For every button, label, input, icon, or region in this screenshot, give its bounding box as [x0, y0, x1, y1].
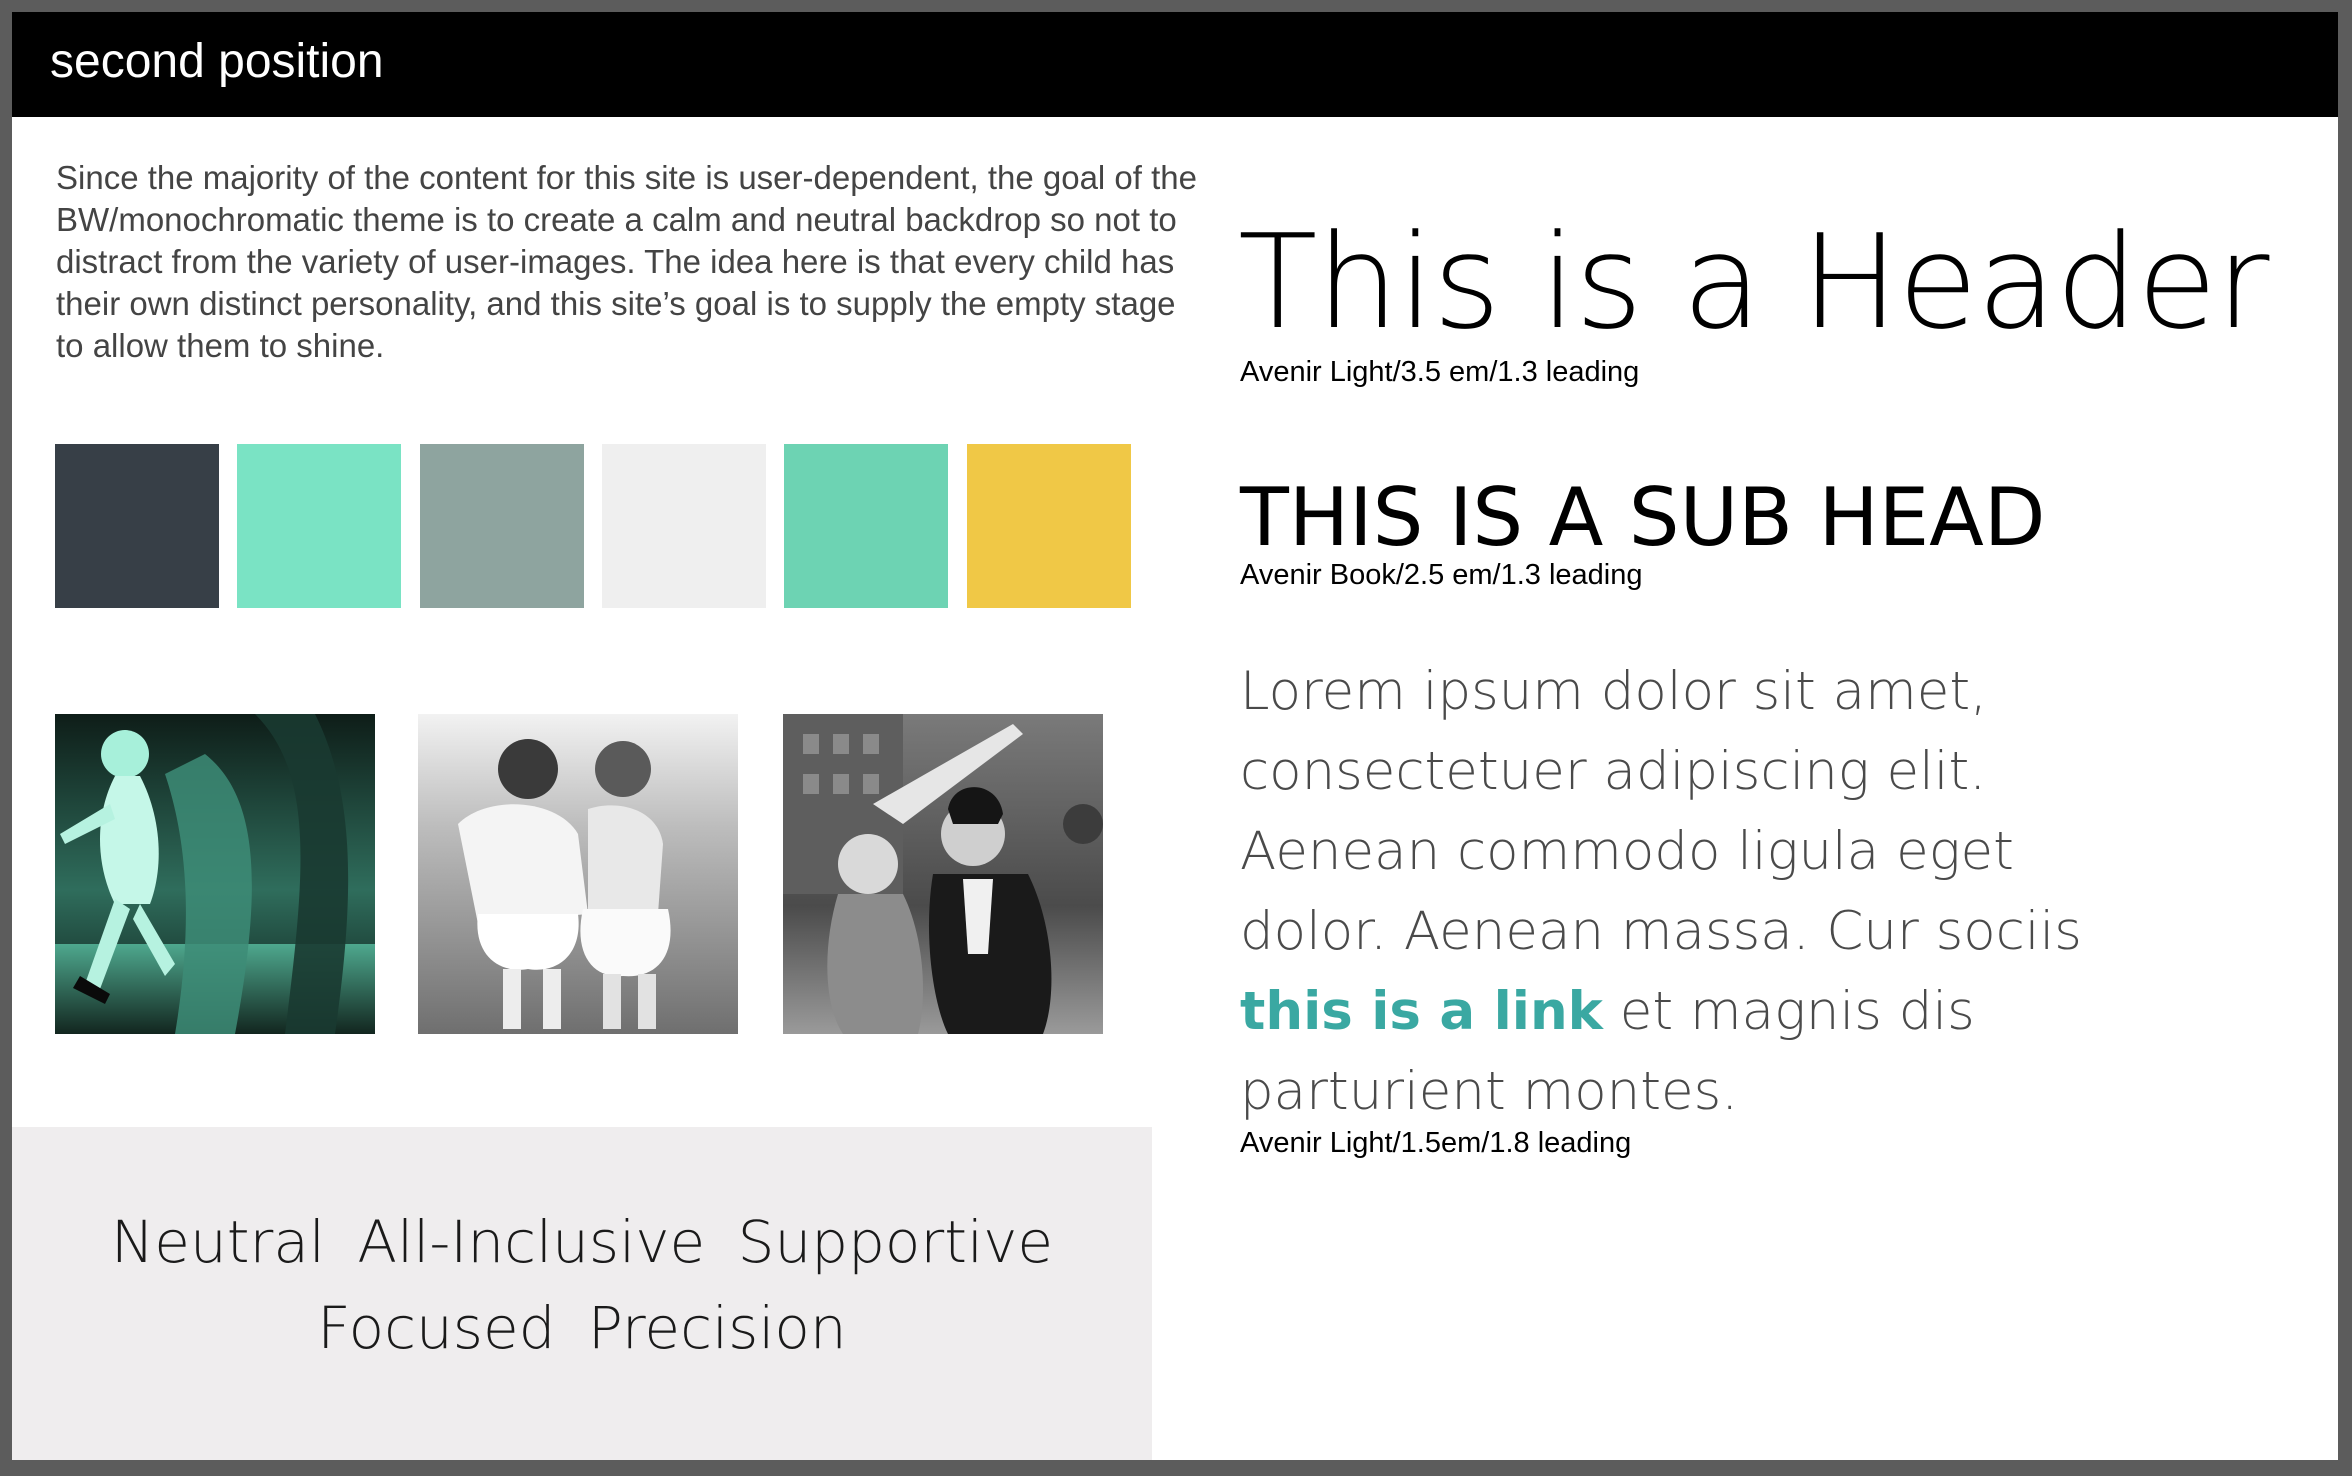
header-type-spec: Avenir Light/3.5 em/1.3 leading [1240, 356, 1640, 388]
intro-paragraph: Since the majority of the content for th… [56, 159, 1197, 364]
color-swatch-light-gray [602, 444, 766, 608]
color-swatch-yellow [967, 444, 1131, 608]
body-line-with-link: this is a link et magnis dis [1240, 972, 2240, 1052]
value-keyword: All-Inclusive [357, 1208, 706, 1276]
sample-link[interactable]: this is a link [1240, 981, 1603, 1042]
header-type-sample: This is a Header [1238, 206, 2269, 358]
body-line: Lorem ipsum dolor sit amet, [1240, 661, 1987, 722]
style-tile-board: second position Since the majority of th… [12, 12, 2338, 1460]
color-swatch-sage-gray [420, 444, 584, 608]
dancing-child-photo [55, 714, 375, 1034]
value-keyword: Focused [317, 1294, 556, 1362]
brand-values-panel: Neutral All-Inclusive Supportive Focused… [12, 1127, 1152, 1460]
color-swatch-teal [784, 444, 948, 608]
subhead-type-sample: THIS IS A SUB HEAD [1240, 471, 2046, 564]
subhead-type-spec: Avenir Book/2.5 em/1.3 leading [1240, 559, 1643, 591]
color-palette [55, 444, 1147, 608]
body-line: dolor. Aenean massa. Cur sociis [1240, 901, 2082, 962]
value-keyword: Neutral [110, 1208, 325, 1276]
body-line: consectetuer adipiscing elit. [1240, 741, 1987, 802]
brand-values-line-1: Neutral All-Inclusive Supportive [12, 1207, 1152, 1277]
body-line-tail: et magnis dis [1602, 981, 1975, 1042]
photo-row [55, 714, 1147, 1034]
brand-values-line-2: Focused Precision [12, 1293, 1152, 1363]
body-line: Aenean commodo ligula eget [1240, 821, 2014, 882]
color-swatch-charcoal [55, 444, 219, 608]
two-ballerinas-photo [418, 714, 738, 1034]
body-line: parturient montes. [1240, 1061, 1739, 1122]
body-type-sample: Lorem ipsum dolor sit amet, consectetuer… [1240, 652, 2240, 1132]
title-bar: second position [12, 12, 2338, 117]
value-keyword: Precision [587, 1294, 847, 1362]
value-keyword: Supportive [737, 1208, 1054, 1276]
body-type-spec: Avenir Light/1.5em/1.8 leading [1240, 1127, 1632, 1159]
page-title: second position [50, 35, 384, 88]
color-swatch-mint [237, 444, 401, 608]
costumed-children-photo [783, 714, 1103, 1034]
